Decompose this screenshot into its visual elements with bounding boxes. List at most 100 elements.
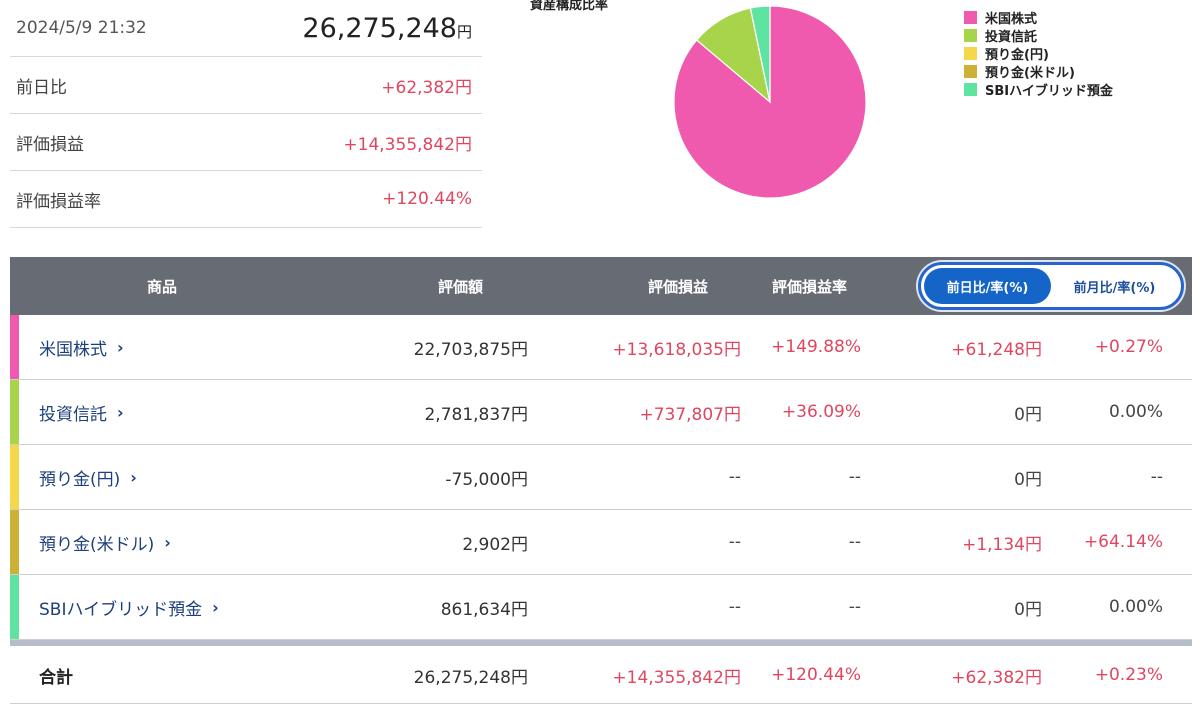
product-link[interactable]: 投資信託 › [39, 380, 124, 444]
cell-gain: +13,618,035円 [612, 339, 741, 360]
period-toggle: 前日比/率(%) 前月比/率(%) [918, 262, 1184, 310]
summary-value: +120.44% [382, 189, 472, 209]
asset-pie-chart [673, 5, 867, 199]
chevron-right-icon: › [117, 337, 124, 357]
header-gain: 評価損益 [648, 277, 709, 296]
chevron-right-icon: › [212, 597, 219, 617]
chevron-right-icon: › [117, 402, 124, 422]
cell-rate: +36.09% [781, 402, 861, 422]
product-name: 預り金(円) [39, 469, 121, 490]
product-name: SBIハイブリッド預金 [39, 599, 203, 620]
table-row: 預り金(米ドル) › 2,902円 -- -- +1,134円 +64.14% [10, 510, 1192, 575]
legend-item: 米国株式 [964, 8, 1113, 27]
legend-item: 投資信託 [964, 26, 1113, 45]
cell-day-rate: 0.00% [1108, 597, 1163, 617]
cell-day-rate: 0.00% [1108, 402, 1163, 422]
summary-value: +14,355,842円 [343, 134, 472, 155]
toggle-month-change[interactable]: 前月比/率(%) [1051, 268, 1178, 304]
chart-legend: 米国株式投資信託預り金(円) 預り金(米ドル) SBIハイブリッド預金 [964, 8, 1113, 99]
category-color-bar [10, 445, 19, 509]
legend-label: SBIハイブリッド預金 [985, 83, 1113, 99]
summary-total-unit: 円 [456, 22, 472, 41]
total-day-rate: +0.23% [1094, 665, 1163, 685]
cell-amount: 2,781,837円 [424, 404, 528, 425]
cell-day-change: 0円 [1014, 404, 1042, 425]
total-gain: +14,355,842円 [612, 667, 741, 688]
legend-swatch [964, 82, 977, 96]
product-name: 米国株式 [39, 339, 107, 360]
table-row: 米国株式 › 22,703,875円 +13,618,035円 +149.88% +61,… [10, 315, 1192, 380]
summary-row-gain-rate: 評価損益率 +120.44% [10, 171, 482, 228]
total-day-change: +62,382円 [951, 667, 1042, 688]
summary-total-value: 26,275,248 [302, 12, 457, 44]
product-link[interactable]: 預り金(円) › [39, 445, 137, 509]
legend-swatch [964, 28, 977, 42]
cell-day-change: +61,248円 [951, 339, 1042, 360]
product-name: 預り金(米ドル) [39, 534, 155, 555]
table-total-row: 合計 26,275,248円 +14,355,842円 +120.44% +62… [10, 646, 1192, 704]
table-row: 預り金(円) › -75,000円 -- -- 0円 -- [10, 445, 1192, 510]
cell-day-change: 0円 [1014, 599, 1042, 620]
total-label: 合計 [39, 667, 73, 688]
cell-day-change: 0円 [1014, 469, 1042, 490]
legend-swatch [964, 64, 977, 78]
header-amount: 評価額 [438, 277, 484, 296]
summary-label: 評価損益 [16, 134, 84, 155]
legend-item: 預り金(円) [964, 44, 1113, 63]
summary-label: 前日比 [16, 77, 67, 98]
cell-amount: -75,000円 [445, 469, 528, 490]
legend-item: 預り金(米ドル) [964, 62, 1113, 81]
cell-gain: +737,807円 [639, 404, 741, 425]
table-row: SBIハイブリッド預金 › 861,634円 -- -- 0円 0.00% [10, 575, 1192, 640]
cell-day-change: +1,134円 [962, 534, 1042, 555]
total-rate: +120.44% [771, 665, 861, 685]
category-color-bar [10, 575, 19, 639]
header-rate: 評価損益率 [772, 277, 848, 296]
cell-day-rate: -- [1150, 467, 1163, 487]
summary-row-gain: 評価損益 +14,355,842円 [10, 114, 482, 171]
cell-rate: +149.88% [771, 337, 861, 357]
summary-row-day-change: 前日比 +62,382円 [10, 57, 482, 114]
summary-panel: 2024/5/9 21:32 26,275,248円 前日比 +62,382円 … [10, 0, 482, 228]
holdings-table: 商品 評価額 評価損益 評価損益率 前日比/率(%) 前月比/率(%) 米国株式… [10, 257, 1192, 704]
summary-total: 26,275,248円 [302, 13, 472, 44]
summary-value: +62,382円 [381, 77, 472, 98]
toggle-day-change[interactable]: 前日比/率(%) [924, 268, 1051, 304]
header-product: 商品 [147, 277, 178, 296]
legend-label: 預り金(円) [985, 47, 1049, 63]
cell-day-rate: +0.27% [1094, 337, 1163, 357]
cell-amount: 22,703,875円 [413, 339, 528, 360]
table-header: 商品 評価額 評価損益 評価損益率 前日比/率(%) 前月比/率(%) [10, 257, 1192, 315]
legend-label: 預り金(米ドル) [985, 65, 1075, 81]
cell-amount: 861,634円 [440, 599, 528, 620]
product-link[interactable]: 米国株式 › [39, 315, 124, 379]
legend-swatch [964, 10, 977, 24]
product-link[interactable]: 預り金(米ドル) › [39, 510, 171, 574]
product-link[interactable]: SBIハイブリッド預金 › [39, 575, 219, 639]
cell-gain: -- [728, 467, 741, 487]
legend-item: SBIハイブリッド預金 [964, 80, 1113, 99]
table-row: 投資信託 › 2,781,837円 +737,807円 +36.09% 0円 0.00% [10, 380, 1192, 445]
product-name: 投資信託 [39, 404, 107, 425]
table-body: 米国株式 › 22,703,875円 +13,618,035円 +149.88% +61,… [10, 315, 1192, 640]
legend-label: 米国株式 [985, 11, 1038, 27]
cell-rate: -- [848, 467, 861, 487]
category-color-bar [10, 380, 19, 444]
cell-amount: 2,902円 [462, 534, 528, 555]
category-color-bar [10, 315, 19, 379]
legend-swatch [964, 46, 977, 60]
chevron-right-icon: › [164, 532, 171, 552]
summary-label: 評価損益率 [16, 191, 101, 212]
cell-gain: -- [728, 597, 741, 617]
category-color-bar [10, 510, 19, 574]
cell-rate: -- [848, 532, 861, 552]
total-amount: 26,275,248円 [413, 667, 528, 688]
summary-datetime: 2024/5/9 21:32 [16, 18, 147, 38]
summary-header-row: 2024/5/9 21:32 26,275,248円 [10, 0, 482, 57]
cell-day-rate: +64.14% [1083, 532, 1163, 552]
legend-label: 投資信託 [985, 29, 1038, 45]
cell-gain: -- [728, 532, 741, 552]
chevron-right-icon: › [130, 467, 137, 487]
cell-rate: -- [848, 597, 861, 617]
chart-title: 資産構成比率 [530, 0, 609, 13]
